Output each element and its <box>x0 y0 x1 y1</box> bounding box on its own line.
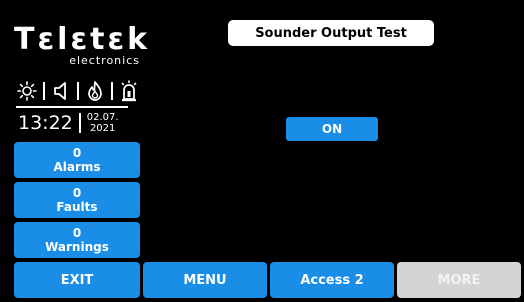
faults-counter-button[interactable]: 0 Faults <box>14 182 140 218</box>
sounder-on-button[interactable]: ON <box>286 117 378 141</box>
icon-separator <box>43 82 45 100</box>
header-divider <box>16 106 128 108</box>
screen-title: Sounder Output Test <box>228 20 434 46</box>
faults-label: Faults <box>56 200 98 214</box>
clock-date-year: 2021 <box>89 123 116 134</box>
speaker-icon <box>50 80 72 102</box>
clock-time: 13:22 <box>18 112 73 134</box>
clock-separator <box>78 113 81 133</box>
menu-button[interactable]: MENU <box>143 262 267 298</box>
faults-count: 0 <box>72 186 82 200</box>
alarms-counter-button[interactable]: 0 Alarms <box>14 142 140 178</box>
exit-button[interactable]: EXIT <box>14 262 140 298</box>
teletek-logo: Tεlεtεk electronics <box>14 22 151 68</box>
icon-separator <box>77 82 79 100</box>
clock-date-day-month: 02.07. <box>86 112 119 123</box>
status-icons-row <box>16 79 140 103</box>
more-button[interactable]: MORE <box>397 262 521 298</box>
siren-icon <box>118 80 140 102</box>
clock-date: 02.07. 2021 <box>87 112 119 134</box>
alarms-label: Alarms <box>53 160 101 174</box>
icon-separator <box>111 82 113 100</box>
warnings-label: Warnings <box>45 240 109 254</box>
warnings-counter-button[interactable]: 0 Warnings <box>14 222 140 258</box>
logo-brand: Tεlεtεk <box>14 22 151 57</box>
access-level-button[interactable]: Access 2 <box>270 262 394 298</box>
alarms-count: 0 <box>72 146 82 160</box>
panel-screen: Tεlεtεk electronics 13:22 02.07. 2021 0 … <box>0 0 524 302</box>
warnings-count: 0 <box>72 226 82 240</box>
sun-icon <box>16 80 38 102</box>
flame-icon <box>84 80 106 102</box>
clock: 13:22 02.07. 2021 <box>18 112 119 134</box>
